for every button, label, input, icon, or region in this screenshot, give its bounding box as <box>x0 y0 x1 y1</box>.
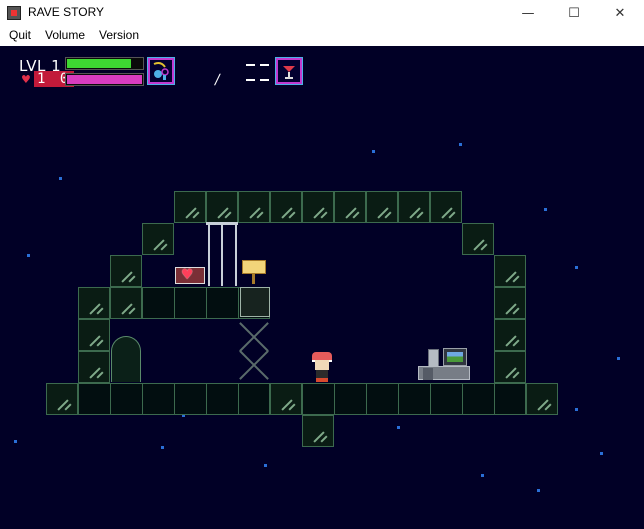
star <box>537 489 540 492</box>
star <box>459 143 462 146</box>
game-viewport[interactable]: LVL 1 ♥ 1 0 / ♥ <box>0 46 644 529</box>
ammo-slash: / <box>213 72 222 88</box>
ammo-dash <box>260 64 269 66</box>
star <box>14 440 17 443</box>
floor-seam <box>174 383 175 415</box>
ammo-dash <box>246 79 255 81</box>
star <box>544 208 547 211</box>
star <box>264 464 267 467</box>
floor-seam <box>494 383 495 415</box>
maximize-button[interactable]: ☐ <box>551 0 597 26</box>
ledge-seam <box>238 287 239 319</box>
floor-seam <box>398 383 399 415</box>
star <box>372 150 375 153</box>
star <box>59 177 62 180</box>
computer-tower <box>428 349 439 367</box>
menu-item-volume[interactable]: Volume <box>45 28 85 42</box>
menu-item-quit[interactable]: Quit <box>9 28 31 42</box>
glass-block <box>526 383 558 415</box>
sign-post <box>252 274 255 284</box>
ledge-seam <box>206 287 207 319</box>
floor-seam <box>206 383 207 415</box>
close-button[interactable]: ✕ <box>597 0 643 26</box>
cage-bar <box>235 224 237 286</box>
arched-door[interactable] <box>111 336 141 382</box>
glass-block <box>46 383 78 415</box>
lift-platform <box>240 287 270 317</box>
glass-block <box>398 191 430 223</box>
glass-block <box>430 191 462 223</box>
monitor-screen <box>447 352 463 362</box>
glass-block <box>174 191 206 223</box>
star <box>600 452 603 455</box>
glass-block <box>142 223 174 255</box>
ammo-dash <box>246 64 255 66</box>
health-bar-fill <box>67 75 142 84</box>
minimize-button[interactable]: — <box>505 0 551 26</box>
floor-seam <box>110 383 111 415</box>
floor-seam <box>430 383 431 415</box>
player-face <box>315 360 329 370</box>
cage-bar <box>221 224 223 286</box>
glass-block <box>206 191 238 223</box>
glass-block <box>302 191 334 223</box>
window-title: RAVE STORY <box>28 5 105 19</box>
menu-bar: Quit Volume Version <box>0 26 644 46</box>
glass-block <box>366 191 398 223</box>
glass-block <box>78 351 110 383</box>
bubbler-icon <box>153 62 169 80</box>
star <box>575 266 578 269</box>
weapon-slot <box>147 57 175 85</box>
star <box>617 357 620 360</box>
wooden-sign[interactable] <box>242 260 266 274</box>
glass-block <box>238 191 270 223</box>
martini-glass-icon <box>283 66 295 79</box>
health-heart-icon: ♥ <box>21 73 31 86</box>
glass-block <box>78 319 110 351</box>
floor-seam <box>366 383 367 415</box>
main-floor-right <box>302 383 526 415</box>
ammo-dash <box>260 79 269 81</box>
cage-top <box>206 222 238 225</box>
app-window: RAVE STORY — ☐ ✕ Quit Volume Version LVL… <box>0 0 644 529</box>
floor-seam <box>238 383 239 415</box>
player-body <box>316 370 328 378</box>
floor-seam <box>462 383 463 415</box>
computer-monitor[interactable] <box>443 348 467 366</box>
glass-block <box>302 415 334 447</box>
glass-block <box>110 255 142 287</box>
glass-block <box>494 287 526 319</box>
floor-seam <box>142 383 143 415</box>
cage-bar <box>208 224 210 286</box>
glass-block <box>494 255 526 287</box>
menu-item-version[interactable]: Version <box>99 28 139 42</box>
floor-seam <box>334 383 335 415</box>
life-capsule-icon: ♥ <box>181 267 194 283</box>
star <box>481 474 484 477</box>
exp-bar-fill <box>67 59 131 68</box>
glass-block <box>110 287 142 319</box>
player-feet <box>316 378 328 382</box>
glass-block <box>334 191 366 223</box>
star <box>161 446 164 449</box>
star <box>27 254 30 257</box>
desk-chair <box>423 368 433 380</box>
app-icon <box>7 6 21 20</box>
ledge-seam <box>174 287 175 319</box>
glass-block <box>494 351 526 383</box>
title-bar[interactable]: RAVE STORY — ☐ ✕ <box>0 0 644 26</box>
item-slot <box>275 57 303 85</box>
glass-block <box>270 191 302 223</box>
health-bar <box>65 73 144 86</box>
glass-block <box>78 287 110 319</box>
glass-block <box>462 223 494 255</box>
glass-block <box>270 383 302 415</box>
player-character <box>311 352 333 382</box>
star <box>575 408 578 411</box>
star <box>397 426 400 429</box>
glass-block <box>494 319 526 351</box>
exp-bar <box>65 57 144 70</box>
